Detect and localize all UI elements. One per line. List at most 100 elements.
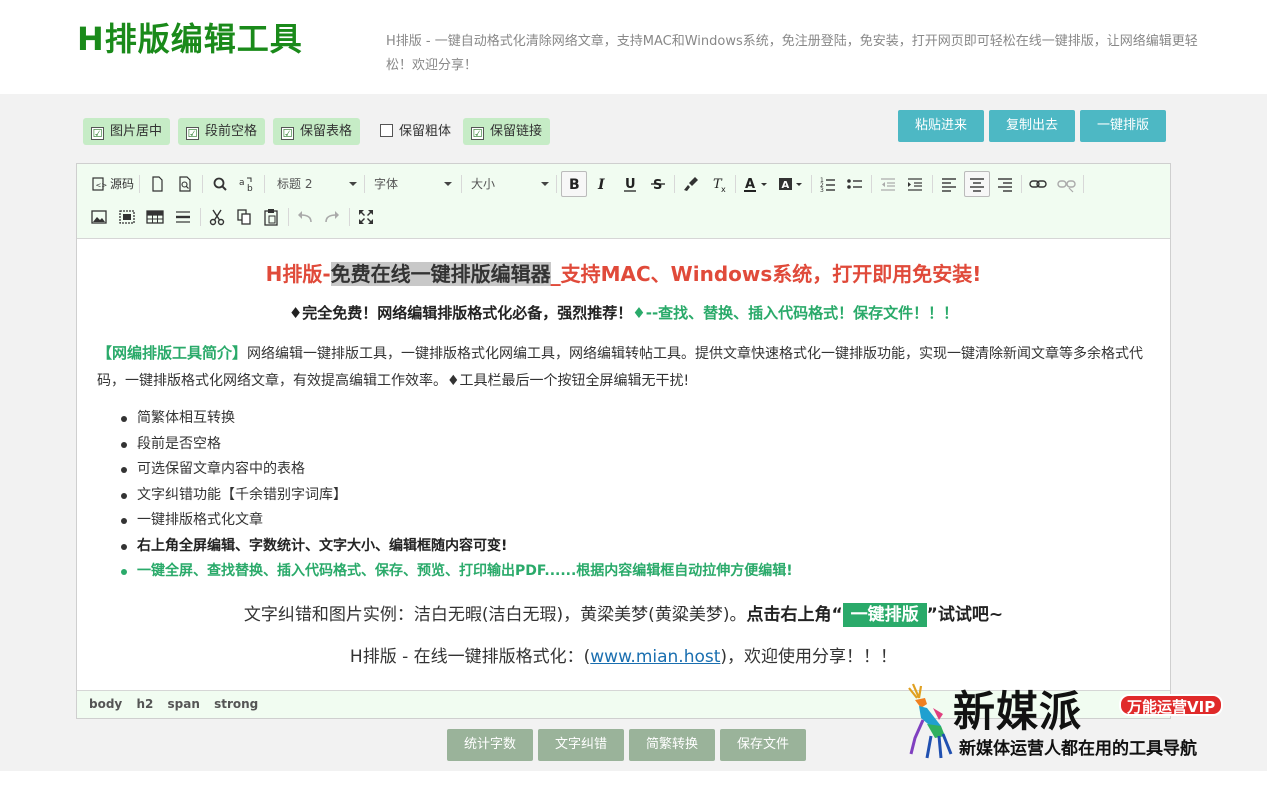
checkbox-checked-icon: ☑ xyxy=(91,127,104,140)
align-left-icon xyxy=(942,178,956,192)
background-color-button[interactable]: A xyxy=(775,172,807,196)
insert-link-button[interactable] xyxy=(1026,172,1050,196)
option-keep-links[interactable]: ☑ 保留链接 xyxy=(463,118,551,145)
word-count-button[interactable]: 统计字数 xyxy=(447,729,533,761)
toolbar-divider xyxy=(264,175,265,193)
watermark-brand: 新媒派 xyxy=(953,687,1083,736)
content-subtitle: ♦完全免费！网络编辑排版格式化必备，强烈推荐！♦--查找、替换、插入代码格式！保… xyxy=(77,302,1170,323)
svg-text:b: b xyxy=(247,184,253,194)
copy-button-toolbar[interactable] xyxy=(232,205,256,229)
source-button[interactable]: <> 源码 xyxy=(89,172,137,196)
indent-icon xyxy=(908,178,922,191)
redo-icon xyxy=(325,211,339,223)
outdent-button[interactable] xyxy=(876,172,900,196)
underline-button[interactable]: U xyxy=(618,172,642,196)
example-bold: 点击右上角“ xyxy=(746,605,843,625)
highlight-color-icon: A xyxy=(779,178,802,191)
media-icon xyxy=(119,210,135,224)
path-item[interactable]: span xyxy=(168,697,200,711)
format-painter-button[interactable] xyxy=(679,172,703,196)
link-icon xyxy=(1029,180,1047,188)
option-center-images[interactable]: ☑ 图片居中 xyxy=(83,118,171,145)
path-item[interactable]: body xyxy=(89,697,122,711)
ordered-list-icon: 123 xyxy=(820,177,835,194)
clear-format-icon: Tx xyxy=(713,177,726,194)
toolbar-divider xyxy=(364,175,365,193)
editor-content[interactable]: H排版-免费在线一键排版编辑器_支持MAC、Windows系统，打开即用免安装!… xyxy=(77,240,1170,690)
unlink-button[interactable] xyxy=(1054,172,1078,196)
undo-icon xyxy=(298,211,312,223)
svg-text:I: I xyxy=(597,177,605,193)
list-item: 简繁体相互转换 xyxy=(121,406,1137,432)
underline-icon: U xyxy=(624,177,636,192)
insert-media-button[interactable] xyxy=(115,205,139,229)
paste-button[interactable]: 粘贴进来 xyxy=(898,110,984,142)
size-select[interactable]: 大小 xyxy=(471,172,549,196)
svg-text:A: A xyxy=(782,180,790,191)
example-text: 文字纠错和图片实例：洁白无暇(洁白无瑕)，黄梁美梦(黄粱美梦)。 xyxy=(243,605,747,625)
unordered-list-button[interactable] xyxy=(843,172,867,196)
copy-button[interactable]: 复制出去 xyxy=(989,110,1075,142)
traditional-simplified-convert-button[interactable]: 简繁转换 xyxy=(629,729,715,761)
option-keep-bold[interactable]: 保留粗体 xyxy=(372,118,459,145)
insert-table-button[interactable] xyxy=(143,205,167,229)
align-center-button[interactable] xyxy=(964,171,990,197)
preview-button[interactable] xyxy=(173,172,197,196)
option-indent-paragraphs[interactable]: ☑ 段前空格 xyxy=(178,118,266,145)
horizontal-rule-icon xyxy=(176,211,190,223)
new-document-button[interactable] xyxy=(145,172,169,196)
clear-format-button[interactable]: Tx xyxy=(707,172,731,196)
watermark-slogan: 新媒体运营人都在用的工具导航 xyxy=(959,739,1197,759)
fullscreen-button[interactable] xyxy=(354,205,378,229)
svg-text:U: U xyxy=(625,177,636,192)
insert-image-button[interactable] xyxy=(87,205,111,229)
share-suffix: )，欢迎使用分享！！！ xyxy=(720,647,898,667)
watermark: 新媒派 万能运营VIP 新媒体运营人都在用的工具导航 xyxy=(893,678,1253,768)
format-button[interactable]: 一键排版 xyxy=(1080,110,1166,142)
strikethrough-icon: S xyxy=(651,178,665,193)
share-link[interactable]: www.mian.host xyxy=(590,647,720,667)
checkbox-checked-icon: ☑ xyxy=(281,127,294,140)
horizontal-rule-button[interactable] xyxy=(171,205,195,229)
bold-button[interactable]: B xyxy=(561,171,587,197)
italic-button[interactable]: I xyxy=(590,172,614,196)
paste-button-toolbar[interactable] xyxy=(259,205,283,229)
indent-button[interactable] xyxy=(903,172,927,196)
share-prefix: H排版 - 在线一键排版格式化：( xyxy=(349,647,591,667)
font-select[interactable]: 字体 xyxy=(374,172,452,196)
undo-button[interactable] xyxy=(293,205,317,229)
toolbar-divider xyxy=(200,208,201,226)
spell-correct-button[interactable]: 文字纠错 xyxy=(538,729,624,761)
path-item[interactable]: strong xyxy=(214,697,258,711)
heading-select[interactable]: 标题 2 xyxy=(277,172,357,196)
option-label: 图片居中 xyxy=(110,124,163,139)
option-label: 保留粗体 xyxy=(399,124,452,139)
svg-text:<>: <> xyxy=(96,182,108,190)
find-button[interactable] xyxy=(208,172,232,196)
preview-icon xyxy=(179,176,191,192)
content-title-part1: H排版- xyxy=(265,262,331,286)
replace-button[interactable]: ab xyxy=(235,172,259,196)
save-file-button[interactable]: 保存文件 xyxy=(720,729,806,761)
feature-list: 简繁体相互转换 段前是否空格 可选保留文章内容中的表格 文字纠错功能【千余错别字… xyxy=(121,406,1137,585)
redo-button[interactable] xyxy=(320,205,344,229)
example-format-label: 一键排版 xyxy=(842,603,927,627)
toolbar-divider xyxy=(735,175,736,193)
example-end: ”试试吧~ xyxy=(926,605,1004,625)
text-color-button[interactable]: A xyxy=(740,172,772,196)
path-item[interactable]: h2 xyxy=(136,697,153,711)
option-label: 保留表格 xyxy=(300,124,353,139)
align-right-button[interactable] xyxy=(993,172,1017,196)
content-subtitle-part2: ♦--查找、替换、插入代码格式！保存文件！！！ xyxy=(632,304,959,322)
copy-icon xyxy=(237,209,251,225)
align-left-button[interactable] xyxy=(937,172,961,196)
option-keep-tables[interactable]: ☑ 保留表格 xyxy=(273,118,361,145)
strikethrough-button[interactable]: S xyxy=(646,172,670,196)
toolbar-divider xyxy=(556,175,557,193)
cut-button[interactable] xyxy=(205,205,229,229)
list-item: 段前是否空格 xyxy=(121,432,1137,458)
site-description: H排版 - 一键自动格式化清除网络文章，支持MAC和Windows系统，免注册登… xyxy=(386,34,1198,73)
svg-text:S: S xyxy=(653,178,662,193)
ordered-list-button[interactable]: 123 xyxy=(816,172,840,196)
toolbar-divider xyxy=(1083,175,1084,193)
